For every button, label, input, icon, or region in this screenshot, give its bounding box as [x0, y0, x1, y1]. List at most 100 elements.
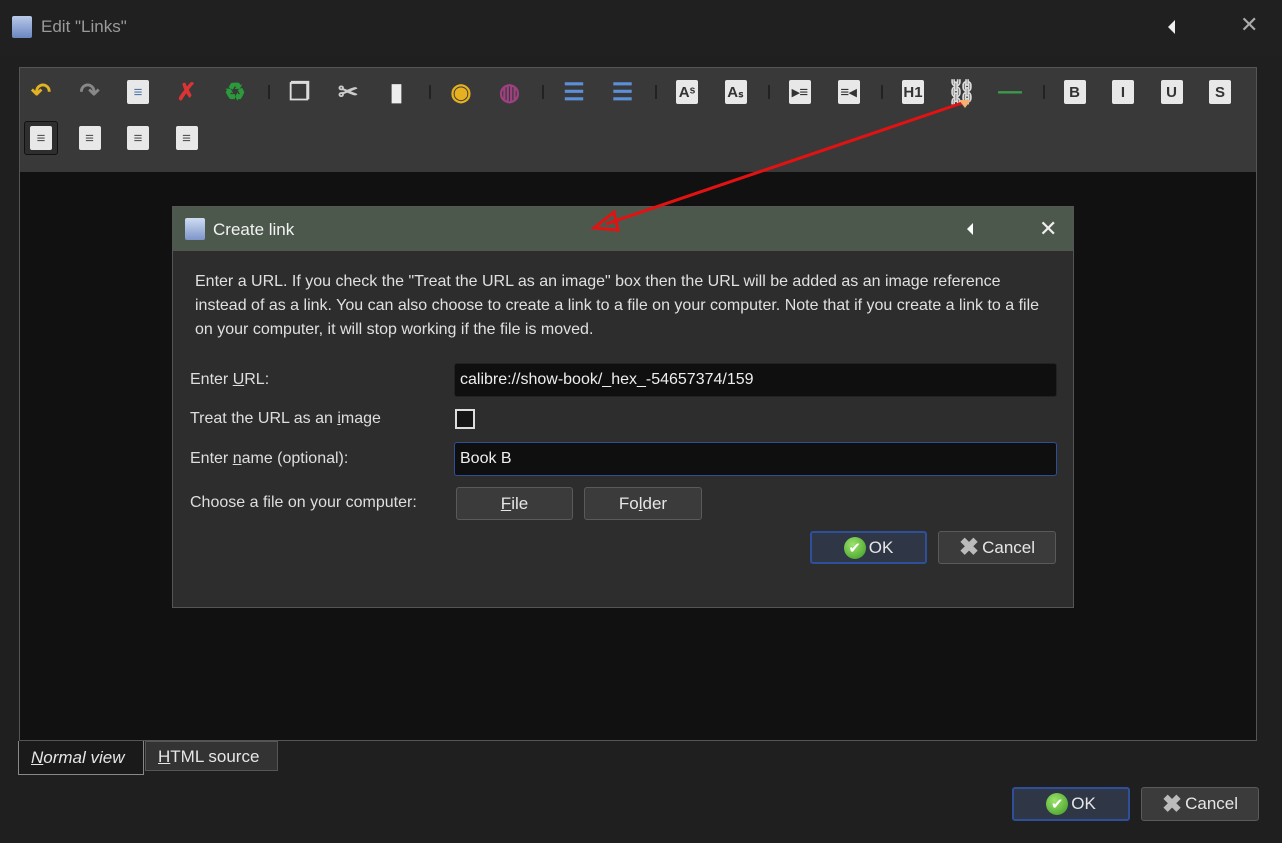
undo-icon: ↶ [30, 78, 52, 106]
heading-button[interactable]: H1 [896, 75, 930, 109]
paste-icon: ▮ [389, 78, 404, 106]
button-label: der [642, 493, 668, 513]
create-link-dialog: Create link ✕ Enter a URL. If you check … [172, 206, 1074, 608]
superscript-button[interactable]: Aˢ [670, 75, 704, 109]
align-left-button[interactable]: ≡ [24, 121, 58, 155]
name-label: Enter name (optional): [190, 450, 348, 468]
tab-label: TML source [170, 747, 260, 766]
url-label: Enter URL: [190, 371, 269, 389]
button-label: Fo [618, 493, 639, 513]
copy-button[interactable]: ❐ [283, 75, 317, 109]
button-label: OK [868, 537, 894, 557]
tab-label: ormal view [43, 748, 125, 767]
url-input[interactable]: calibre://show-book/_hex_-54657374/159 [454, 363, 1057, 397]
numbered-list-button[interactable]: ☰ [557, 75, 591, 109]
text-color-button[interactable]: ◍ [493, 75, 527, 109]
cut-icon: ✂ [337, 78, 359, 106]
paste-button[interactable]: ▮ [380, 75, 414, 109]
strikethrough-icon: S [1209, 80, 1231, 104]
toolbar-separator [881, 85, 883, 99]
label-text: mage [340, 410, 381, 427]
align-center-icon: ≡ [78, 126, 101, 150]
dialog-ok-button[interactable]: ✔ OK [810, 531, 927, 564]
cancel-button[interactable]: ✖ Cancel [1141, 787, 1259, 821]
bold-button[interactable]: B [1058, 75, 1092, 109]
background-color-icon: ◉ [450, 78, 472, 106]
bullet-list-icon: ☰ [611, 78, 634, 106]
recycle-button[interactable]: ♻ [218, 75, 252, 109]
indent-button[interactable]: ▸≡ [783, 75, 817, 109]
numbered-list-icon: ☰ [563, 78, 585, 106]
align-right-button[interactable]: ≡ [121, 121, 155, 155]
checkmark-icon: ✔ [1046, 793, 1069, 815]
outdent-button[interactable]: ≡◂ [832, 75, 866, 109]
image-label: Treat the URL as an image [190, 410, 381, 428]
window-title: Edit "Links" [41, 17, 127, 36]
label-text: Treat the URL as an [190, 410, 338, 427]
checkmark-icon: ✔ [843, 536, 866, 559]
underline-button[interactable]: U [1155, 75, 1189, 109]
toolbar-separator [768, 85, 770, 99]
align-center-button[interactable]: ≡ [73, 121, 107, 155]
insert-link-icon: ⛓ [946, 78, 977, 106]
toolbar-separator [655, 85, 657, 99]
dialog-description: Enter a URL. If you check the "Treat the… [195, 273, 1040, 338]
dialog-title: Create link [213, 220, 295, 239]
undo-button[interactable]: ↶ [24, 75, 58, 109]
select-all-button[interactable]: ≡ [121, 75, 155, 109]
horizontal-rule-button[interactable]: — [993, 75, 1027, 109]
cancel-x-icon: ✖ [1161, 790, 1183, 818]
button-label: Cancel [1185, 794, 1239, 813]
italic-icon: I [1112, 80, 1134, 104]
redo-button[interactable]: ↷ [73, 75, 107, 109]
choose-file-label: Choose a file on your computer: [190, 494, 417, 511]
toolbar-separator [542, 85, 544, 99]
dialog-help-icon[interactable] [967, 223, 973, 235]
indent-icon: ▸≡ [789, 80, 811, 104]
cut-button[interactable]: ✂ [331, 75, 365, 109]
justify-button[interactable]: ≡ [170, 121, 204, 155]
copy-icon: ❐ [288, 78, 311, 106]
strikethrough-button[interactable]: S [1203, 75, 1237, 109]
mnemonic: F [500, 493, 512, 513]
formatting-toolbar: ↶ ↷ ≡ ✗ ♻ ❐ ✂ ▮ ◉ ◍ ☰ ☰ Aˢ Aₛ ▸≡ ≡◂ H1 ⛓ — B I U S ≡ ≡ ≡ ≡ [20, 68, 1256, 172]
file-button[interactable]: File [456, 487, 573, 520]
button-label: OK [1071, 794, 1096, 813]
window-close-button[interactable]: ✕ [1240, 12, 1258, 38]
remove-formatting-icon: ✗ [176, 78, 197, 106]
toolbar-separator [267, 85, 270, 99]
folder-button[interactable]: Folder [584, 487, 702, 520]
dialog-cancel-button[interactable]: ✖ Cancel [938, 531, 1056, 564]
justify-icon: ≡ [175, 126, 198, 150]
underline-icon: U [1160, 80, 1183, 104]
mnemonic: N [31, 748, 44, 767]
italic-button[interactable]: I [1106, 75, 1140, 109]
dialog-titlebar: Create link ✕ [173, 207, 1073, 251]
window-titlebar: Edit "Links" ✕ [0, 0, 1282, 56]
remove-formatting-button[interactable]: ✗ [170, 75, 204, 109]
subscript-icon: Aₛ [724, 80, 747, 104]
mnemonic: U [232, 371, 245, 388]
horizontal-rule-icon: — [998, 78, 1022, 105]
subscript-button[interactable]: Aₛ [719, 75, 753, 109]
button-label: Cancel [982, 537, 1036, 557]
context-help-icon[interactable] [1168, 20, 1175, 34]
toolbar-separator [1042, 85, 1045, 99]
name-input[interactable]: Book B [454, 442, 1057, 476]
mnemonic: H [158, 747, 171, 766]
bold-icon: B [1063, 80, 1086, 104]
align-right-icon: ≡ [127, 126, 149, 150]
bullet-list-button[interactable]: ☰ [606, 75, 640, 109]
dialog-close-button[interactable]: ✕ [1039, 216, 1057, 242]
label-text: Enter [190, 371, 233, 388]
background-color-button[interactable]: ◉ [444, 75, 478, 109]
superscript-icon: Aˢ [676, 80, 698, 104]
insert-link-button[interactable]: ⛓ [945, 75, 979, 109]
treat-as-image-checkbox[interactable] [455, 409, 475, 429]
ok-button[interactable]: ✔ OK [1012, 787, 1130, 821]
label-text: ame (optional): [241, 450, 349, 467]
label-text: Enter [190, 450, 233, 467]
align-left-icon: ≡ [30, 126, 52, 150]
tab-html-source[interactable]: HTML source [145, 741, 278, 771]
tab-normal-view[interactable]: Normal view [18, 741, 144, 775]
